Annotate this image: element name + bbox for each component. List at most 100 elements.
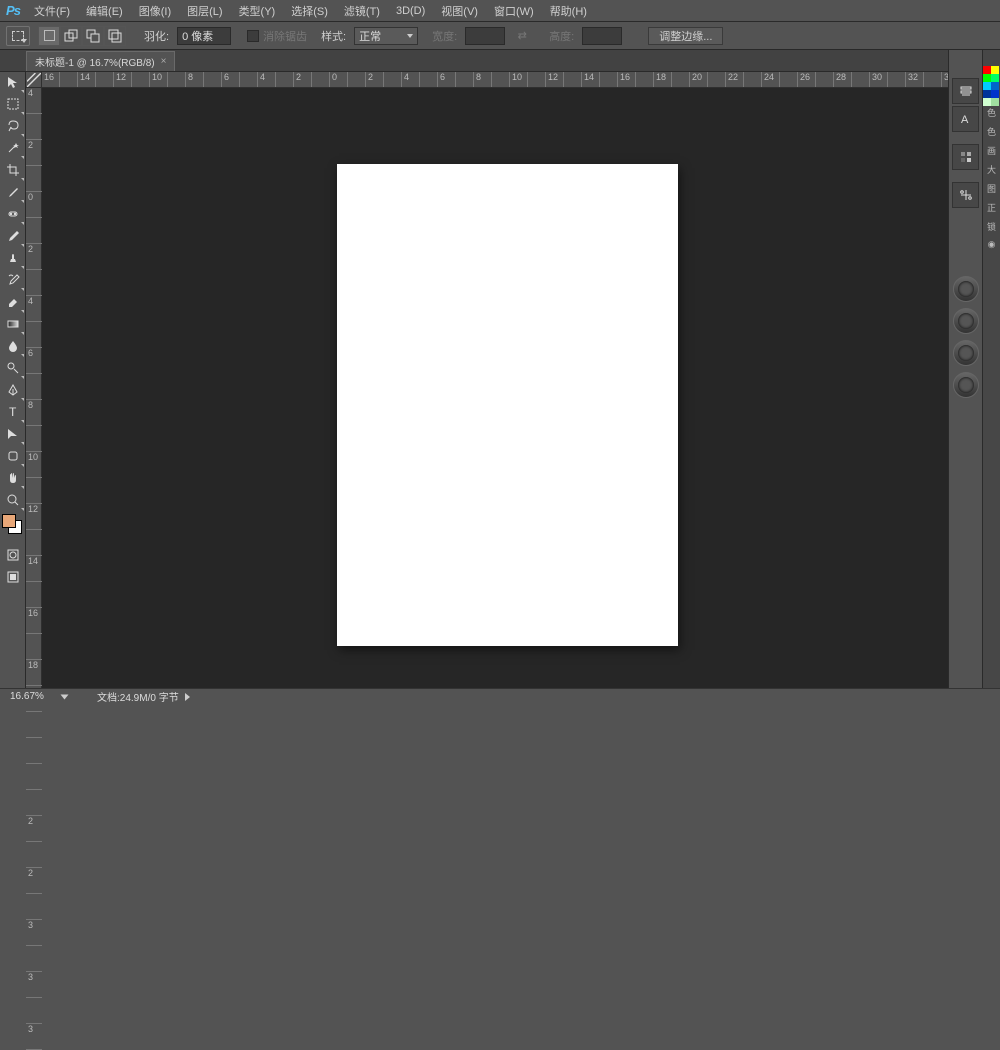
sel-new-icon[interactable] [38, 26, 60, 46]
panel-label: 大 [983, 163, 1000, 176]
svg-text:A: A [961, 114, 969, 126]
style-select[interactable]: 正常 [354, 27, 418, 45]
menu-edit[interactable]: 编辑(E) [78, 3, 131, 19]
eyedropper-icon [6, 185, 20, 202]
menu-help[interactable]: 帮助(H) [542, 3, 595, 19]
tool-pen[interactable] [1, 380, 25, 402]
zoom-caret-icon[interactable] [61, 694, 69, 699]
canvas-area[interactable] [42, 88, 948, 688]
history-icon [6, 273, 20, 290]
selection-mode-group [38, 26, 126, 46]
history-panel-icon[interactable] [952, 78, 979, 104]
tool-wand[interactable] [1, 138, 25, 160]
options-bar: 羽化: 消除锯齿 样式: 正常 宽度: ⇄ 高度: 调整边缘... [0, 22, 1000, 50]
tab-close-icon[interactable]: × [161, 56, 167, 67]
stamp-icon [6, 251, 20, 268]
eraser-icon [6, 295, 20, 312]
menu-image[interactable]: 图像(I) [131, 3, 179, 19]
menu-bar: Ps 文件(F) 编辑(E) 图像(I) 图层(L) 类型(Y) 选择(S) 滤… [0, 0, 1000, 22]
tool-history[interactable] [1, 270, 25, 292]
menu-3d[interactable]: 3D(D) [388, 5, 433, 17]
feather-input[interactable] [177, 27, 231, 45]
tool-path[interactable] [1, 424, 25, 446]
vertical-ruler[interactable]: 4202468101214161822333 [26, 72, 42, 688]
gradient-icon [6, 317, 20, 334]
toolbox: T [0, 72, 26, 688]
tool-brush[interactable] [1, 226, 25, 248]
swatches-panel-icon[interactable] [952, 144, 979, 170]
dodge-icon [6, 361, 20, 378]
menu-layer[interactable]: 图层(L) [179, 3, 230, 19]
right-dock: A 色色画大图正锁◉ [948, 50, 1000, 688]
document-canvas[interactable] [337, 164, 678, 646]
panel-labels: 色色画大图正锁◉ [982, 50, 1000, 688]
tool-healing[interactable] [1, 204, 25, 226]
tool-marquee[interactable] [1, 94, 25, 116]
tool-zoom[interactable] [1, 490, 25, 512]
panel-label: 锁 [983, 220, 1000, 233]
menu-filter[interactable]: 滤镜(T) [336, 3, 388, 19]
tool-shape[interactable] [1, 446, 25, 468]
tool-type[interactable]: T [1, 402, 25, 424]
status-bar: 16.67% 文档:24.9M/0 字节 [0, 688, 1000, 704]
tool-preset[interactable] [6, 26, 30, 46]
pen-icon [6, 383, 20, 400]
feather-label: 羽化: [144, 28, 169, 44]
type-icon: T [6, 405, 20, 422]
antialias-label: 消除锯齿 [263, 28, 307, 44]
menu-select[interactable]: 选择(S) [283, 3, 336, 19]
panel-label: ◉ [983, 239, 1000, 250]
tool-hand[interactable] [1, 468, 25, 490]
healing-icon [6, 207, 20, 224]
menu-window[interactable]: 窗口(W) [486, 3, 542, 19]
sel-subtract-icon[interactable] [82, 26, 104, 46]
doc-info[interactable]: 文档:24.9M/0 字节 [97, 689, 190, 704]
info-caret-icon[interactable] [185, 693, 190, 701]
marquee-icon [6, 97, 20, 114]
zoom-icon [6, 493, 20, 510]
tool-screenmode[interactable] [1, 566, 25, 588]
character-panel-icon[interactable]: A [952, 106, 979, 132]
ruler-origin[interactable] [26, 72, 42, 88]
panel-label: 画 [983, 144, 1000, 157]
panel-strip: A [948, 50, 982, 688]
menu-type[interactable]: 类型(Y) [231, 3, 284, 19]
tool-stamp[interactable] [1, 248, 25, 270]
panel-knob[interactable] [953, 308, 979, 334]
props-panel-icon[interactable] [952, 182, 979, 208]
tool-dodge[interactable] [1, 358, 25, 380]
path-icon [6, 427, 20, 444]
workspace: 1614121086420246810121416182022242628303… [26, 72, 948, 688]
tool-gradient[interactable] [1, 314, 25, 336]
antialias-checkbox [247, 30, 259, 42]
panel-label: 色 [983, 125, 1000, 138]
swap-wh-icon: ⇄ [515, 29, 529, 43]
zoom-level[interactable]: 16.67% [0, 691, 60, 702]
style-label: 样式: [321, 28, 346, 44]
sel-intersect-icon[interactable] [104, 26, 126, 46]
panel-knob[interactable] [953, 340, 979, 366]
panel-label: 正 [983, 201, 1000, 214]
document-tabstrip: 未标题-1 @ 16.7%(RGB/8) × [0, 50, 1000, 72]
tool-eraser[interactable] [1, 292, 25, 314]
color-grid[interactable] [983, 60, 999, 100]
panel-label: 图 [983, 182, 1000, 195]
antialias-group: 消除锯齿 [247, 28, 307, 44]
tool-blur[interactable] [1, 336, 25, 358]
menu-file[interactable]: 文件(F) [26, 3, 78, 19]
tool-quickmask[interactable] [1, 544, 25, 566]
sel-add-icon[interactable] [60, 26, 82, 46]
tool-lasso[interactable] [1, 116, 25, 138]
shape-icon [6, 449, 20, 466]
panel-knob[interactable] [953, 276, 979, 302]
foreground-swatch[interactable] [2, 514, 16, 528]
tool-crop[interactable] [1, 160, 25, 182]
tool-eyedropper[interactable] [1, 182, 25, 204]
crop-icon [6, 163, 20, 180]
tool-move[interactable] [1, 72, 25, 94]
horizontal-ruler[interactable]: 1614121086420246810121416182022242628303… [42, 72, 948, 88]
document-tab[interactable]: 未标题-1 @ 16.7%(RGB/8) × [26, 51, 175, 71]
panel-knob[interactable] [953, 372, 979, 398]
menu-view[interactable]: 视图(V) [433, 3, 486, 19]
refine-edge-button[interactable]: 调整边缘... [648, 27, 723, 45]
